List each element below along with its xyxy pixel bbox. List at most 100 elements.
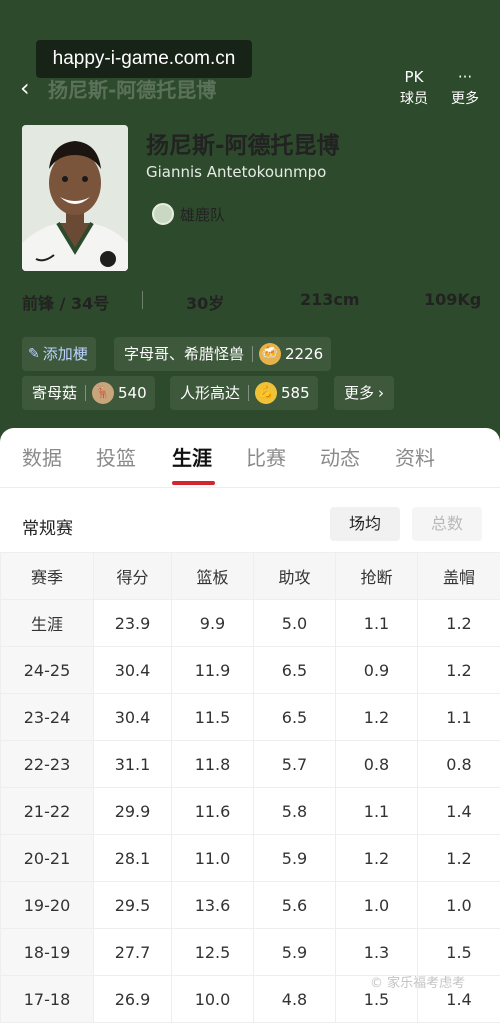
nickname-tag[interactable]: 人形高达 💪 585 bbox=[170, 376, 318, 410]
tag-divider bbox=[248, 385, 249, 401]
stat-cell: 1.4 bbox=[418, 788, 500, 835]
stat-cell: 11.8 bbox=[172, 741, 254, 788]
bio-divider bbox=[142, 291, 143, 309]
table-row: 22-23 31.1 11.8 5.7 0.8 0.8 bbox=[1, 741, 500, 788]
tab-divider bbox=[0, 487, 500, 488]
season-cell: 生涯 bbox=[1, 600, 94, 647]
player-name-en: Giannis Antetokounmpo bbox=[146, 163, 326, 181]
stat-cell: 1.1 bbox=[418, 694, 500, 741]
chevron-right-icon: › bbox=[378, 376, 384, 410]
nickname-tag[interactable]: 字母哥、希腊怪兽 🍻 2226 bbox=[114, 337, 331, 371]
stat-cell: 29.9 bbox=[94, 788, 172, 835]
table-header-row: 赛季 得分 篮板 助攻 抢断 盖帽 bbox=[1, 553, 500, 600]
tab-data[interactable]: 数据 bbox=[22, 442, 62, 471]
tab-career[interactable]: 生涯 bbox=[172, 442, 212, 471]
add-meme-button[interactable]: ✎ 添加梗 bbox=[22, 337, 96, 371]
tab-games[interactable]: 比赛 bbox=[246, 442, 286, 471]
player-age: 30岁 bbox=[186, 290, 224, 314]
stat-cell: 1.2 bbox=[418, 835, 500, 882]
tab-profile[interactable]: 资料 bbox=[395, 442, 435, 471]
pencil-icon: ✎ bbox=[28, 337, 40, 371]
stat-cell: 1.5 bbox=[418, 929, 500, 976]
stat-cell: 23.9 bbox=[94, 600, 172, 647]
nickname-tag[interactable]: 寄母菇 🦌 540 bbox=[22, 376, 155, 410]
season-cell: 22-23 bbox=[1, 741, 94, 788]
stat-cell: 4.8 bbox=[254, 976, 336, 1023]
stat-cell: 11.6 bbox=[172, 788, 254, 835]
compare-player-label: 球员 bbox=[392, 88, 436, 108]
beer-icon: 🍻 bbox=[259, 343, 281, 365]
back-arrow-icon[interactable]: ‹ bbox=[20, 76, 40, 100]
stat-cell: 30.4 bbox=[94, 647, 172, 694]
corner-watermark: © 家乐福考虑考 bbox=[370, 972, 465, 991]
player-weight: 109Kg bbox=[424, 290, 481, 309]
season-cell: 19-20 bbox=[1, 882, 94, 929]
stat-cell: 26.9 bbox=[94, 976, 172, 1023]
table-row: 23-24 30.4 11.5 6.5 1.2 1.1 bbox=[1, 694, 500, 741]
stat-cell: 1.2 bbox=[418, 600, 500, 647]
stat-cell: 1.0 bbox=[418, 882, 500, 929]
stat-cell: 13.6 bbox=[172, 882, 254, 929]
stat-cell: 28.1 bbox=[94, 835, 172, 882]
team-link[interactable]: 雄鹿队 bbox=[152, 200, 225, 228]
tab-shooting[interactable]: 投篮 bbox=[96, 442, 136, 471]
watermark-label: happy-i-game.com.cn bbox=[36, 40, 252, 78]
deer-icon: 🦌 bbox=[92, 382, 114, 404]
stat-cell: 5.8 bbox=[254, 788, 336, 835]
player-name-cn: 扬尼斯-阿德托昆博 bbox=[146, 126, 340, 160]
stat-cell: 1.1 bbox=[336, 788, 418, 835]
totals-toggle[interactable]: 总数 bbox=[412, 507, 482, 541]
add-meme-label: 添加梗 bbox=[43, 337, 88, 371]
table-row: 19-20 29.5 13.6 5.6 1.0 1.0 bbox=[1, 882, 500, 929]
nickname-count: 585 bbox=[281, 376, 310, 410]
more-tags-button[interactable]: 更多 › bbox=[334, 376, 394, 410]
active-tab-indicator bbox=[172, 481, 215, 485]
stat-cell: 11.5 bbox=[172, 694, 254, 741]
more-dots-icon: ··· bbox=[443, 66, 487, 88]
per-game-toggle[interactable]: 场均 bbox=[330, 507, 400, 541]
player-height: 213cm bbox=[300, 290, 360, 309]
player-avatar bbox=[22, 125, 128, 271]
tab-news[interactable]: 动态 bbox=[320, 442, 360, 471]
column-header: 助攻 bbox=[254, 553, 336, 600]
nickname-count: 540 bbox=[118, 376, 147, 410]
stat-cell: 1.1 bbox=[336, 600, 418, 647]
season-cell: 21-22 bbox=[1, 788, 94, 835]
section-title: 常规赛 bbox=[22, 514, 73, 539]
top-bar-title: 扬尼斯-阿德托昆博 bbox=[48, 74, 216, 103]
team-name: 雄鹿队 bbox=[180, 204, 225, 225]
column-header: 抢断 bbox=[336, 553, 418, 600]
nickname-label: 人形高达 bbox=[180, 376, 240, 410]
stat-cell: 12.5 bbox=[172, 929, 254, 976]
stat-cell: 6.5 bbox=[254, 694, 336, 741]
table-row: 24-25 30.4 11.9 6.5 0.9 1.2 bbox=[1, 647, 500, 694]
team-logo-icon bbox=[152, 203, 174, 225]
nickname-count: 2226 bbox=[285, 337, 323, 371]
stat-cell: 6.5 bbox=[254, 647, 336, 694]
stat-cell: 11.0 bbox=[172, 835, 254, 882]
pk-icon: PK bbox=[392, 66, 436, 88]
stat-cell: 1.2 bbox=[336, 835, 418, 882]
column-header: 篮板 bbox=[172, 553, 254, 600]
stat-cell: 27.7 bbox=[94, 929, 172, 976]
stat-cell: 29.5 bbox=[94, 882, 172, 929]
column-header: 盖帽 bbox=[418, 553, 500, 600]
more-button[interactable]: ··· 更多 bbox=[443, 66, 487, 112]
stat-cell: 0.8 bbox=[418, 741, 500, 788]
column-header: 赛季 bbox=[1, 553, 94, 600]
stat-cell: 5.7 bbox=[254, 741, 336, 788]
table-row: 20-21 28.1 11.0 5.9 1.2 1.2 bbox=[1, 835, 500, 882]
stat-cell: 31.1 bbox=[94, 741, 172, 788]
column-header: 得分 bbox=[94, 553, 172, 600]
season-cell: 20-21 bbox=[1, 835, 94, 882]
player-position: 前锋 / 34号 bbox=[22, 290, 109, 314]
stat-cell: 9.9 bbox=[172, 600, 254, 647]
stat-cell: 5.6 bbox=[254, 882, 336, 929]
compare-player-button[interactable]: PK 球员 bbox=[392, 66, 436, 112]
more-tags-label: 更多 bbox=[344, 376, 374, 410]
stat-cell: 0.8 bbox=[336, 741, 418, 788]
stat-cell: 1.2 bbox=[418, 647, 500, 694]
stat-cell: 1.2 bbox=[336, 694, 418, 741]
table-row: 生涯 23.9 9.9 5.0 1.1 1.2 bbox=[1, 600, 500, 647]
tab-bar: 数据 投篮 生涯 比赛 动态 资料 bbox=[0, 432, 500, 486]
